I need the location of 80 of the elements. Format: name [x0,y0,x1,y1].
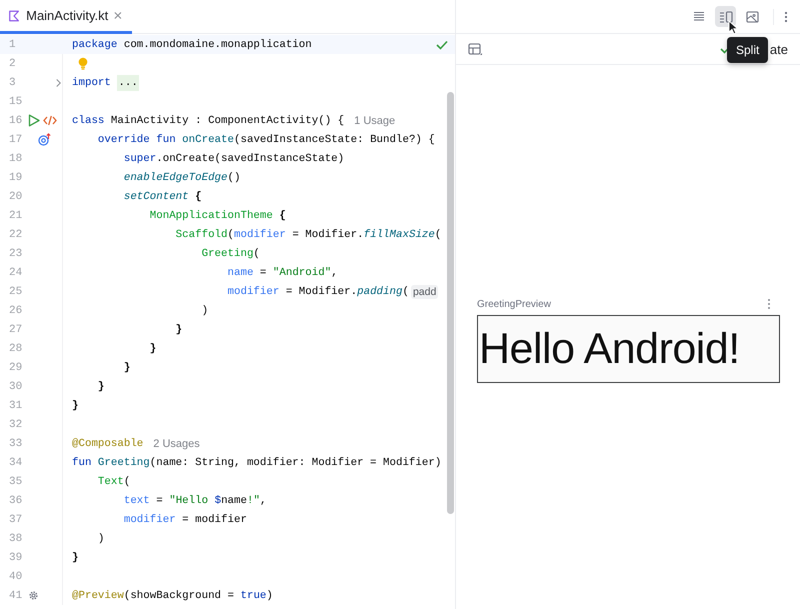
line-number: 19 [8,172,24,184]
close-icon[interactable] [114,11,122,20]
image-icon [746,10,759,22]
line-number: 3 [8,76,17,88]
code-line: } [148,342,156,354]
line-number: 34 [8,456,24,468]
code-icon[interactable] [43,115,57,126]
code-line: name = "Android", [226,266,338,278]
code-line: import ... [72,76,139,88]
lightbulb-icon[interactable] [78,57,88,70]
usages-hint[interactable]: 2 Usages [153,438,200,450]
code-line: modifier = Modifier.padding( [226,286,409,298]
mouse-pointer-icon [728,20,738,35]
override-icon[interactable] [38,133,51,146]
line-number: 1 [8,38,17,50]
run-icon[interactable] [28,114,40,127]
line-number: 30 [8,380,24,392]
code-line: ) [96,532,104,544]
code-line: } [174,324,182,336]
code-line: @Composable [72,438,144,450]
code-line: super.onCreate(savedInstanceState) [122,152,344,164]
code-line: MonApplicationTheme { [148,210,286,222]
line-number: 2 [8,58,17,70]
line-number: 24 [8,266,24,278]
split-view-icon [718,10,732,22]
line-number: 25 [8,286,24,298]
code-line: @Preview(showBackground = true) [72,590,273,602]
code-line: ) [200,304,208,316]
code-line: class MainActivity : ComponentActivity() { [72,114,344,126]
line-number: 31 [8,400,24,412]
line-number: 23 [8,248,24,260]
tooltip: Split [727,37,768,63]
scrollbar[interactable] [447,92,454,514]
code-line: modifier = modifier [122,514,247,526]
code-line: text = "Hello $name!", [122,494,266,506]
line-number: 20 [8,190,24,202]
layout-icon[interactable] [468,42,482,56]
line-number: 36 [8,494,24,506]
code-line: } [72,400,78,412]
line-number: 22 [8,228,24,240]
status-text: ate [770,42,788,56]
line-number: 33 [8,438,24,450]
line-number: 21 [8,210,24,222]
line-number: 39 [8,552,24,564]
code-line: Greeting( [200,248,260,260]
line-number: 16 [8,114,24,126]
code-line: Text( [96,476,130,488]
greeting-text: Hello Android! [478,324,740,374]
chevron-right-icon[interactable] [55,78,62,88]
line-number: 27 [8,324,24,336]
line-number: 17 [8,134,24,146]
code-line: } [96,380,104,392]
more-icon[interactable] [784,10,788,22]
checkmark-icon[interactable] [436,40,448,50]
more-icon[interactable] [767,298,771,310]
line-number: 35 [8,476,24,488]
kotlin-file-icon [8,8,20,22]
code-line: setContent { [122,190,202,202]
code-line: fun Greeting(name: String, modifier: Modifier = Modifier) [72,456,442,468]
preview-title: GreetingPreview [477,298,551,310]
usages-hint[interactable]: 1 Usage [354,114,396,126]
code-line: } [72,552,78,564]
line-number: 37 [8,514,24,526]
code-line: override fun onCreate(savedInstanceState: Bundle?) { [96,134,435,146]
code-line: enableEdgeToEdge() [122,172,240,184]
line-number: 29 [8,362,24,374]
code-line: Scaffold(modifier = Modifier.fillMaxSize( [174,228,442,240]
line-number: 41 [8,590,24,602]
code-line: package com.mondomaine.monapplication [72,38,312,50]
code-line: } [122,362,130,374]
line-number: 40 [8,570,24,582]
line-number: 28 [8,342,24,354]
line-number: 38 [8,532,24,544]
lines-icon [692,11,704,22]
line-number: 15 [8,96,24,108]
parameter-hint: padd [410,284,438,298]
gear-icon[interactable] [28,590,39,601]
line-number: 18 [8,152,24,164]
line-number: 26 [8,304,24,316]
line-number: 32 [8,418,24,430]
